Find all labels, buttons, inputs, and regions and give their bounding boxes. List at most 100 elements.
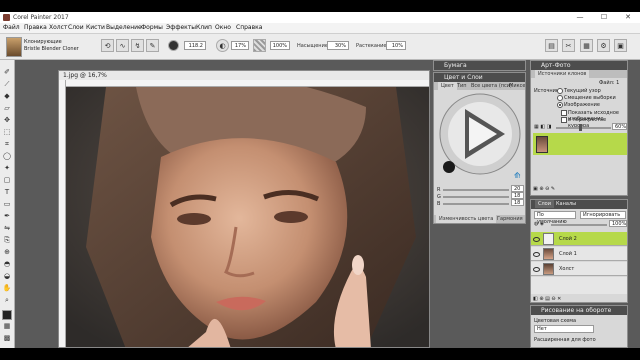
show-source-checkbox[interactable] [561, 110, 567, 116]
tab-mixer[interactable]: Миксер [506, 82, 525, 90]
magnifier-tool-icon[interactable]: ⌕ [2, 296, 12, 305]
workspace-icon[interactable]: ▣ [614, 39, 627, 52]
palette-icon[interactable]: ▦ [580, 39, 593, 52]
dropper-tool-icon[interactable]: ⟋ [2, 80, 12, 89]
clone-opacity-thumb[interactable] [579, 124, 582, 131]
magic-wand-icon[interactable]: ✦ [2, 164, 12, 173]
opacity-field[interactable]: 17% [231, 41, 249, 50]
grabber-tool-icon[interactable]: ✋ [2, 284, 12, 293]
brush-dab-icon[interactable] [168, 40, 179, 51]
menu-window[interactable]: Окно [215, 24, 231, 31]
clone-source-item[interactable] [533, 133, 627, 155]
r-slider[interactable] [443, 189, 509, 191]
tab-clone-sources[interactable]: Источники клонов [535, 70, 590, 78]
layer-row-layer2[interactable]: Слой 2 [531, 232, 627, 246]
blend-field[interactable]: 10% [386, 41, 406, 50]
tab-color-variability[interactable]: Изменчивость цвета [436, 215, 497, 223]
opacity-icons[interactable]: ▦ ◧ ◨ [534, 124, 551, 130]
reset-tool-icon[interactable]: ⟲ [101, 39, 114, 52]
layer-row-layer1[interactable]: Слой 1 [531, 247, 627, 261]
brush-options-icon[interactable]: ✂ [562, 39, 575, 52]
tab-layers[interactable]: Слои [535, 200, 554, 208]
brush-selector[interactable]: Клонирующие Bristle Blender Cloner [24, 39, 79, 53]
settings-icon[interactable]: ⚙ [597, 39, 610, 52]
color-picker-icon[interactable]: ⟰ [514, 171, 521, 180]
layer-row-canvas[interactable]: Холст [531, 262, 627, 276]
pen-tool-icon[interactable]: ✒ [2, 212, 12, 221]
menu-select[interactable]: Выделение [106, 24, 142, 31]
layers-footer-icons[interactable]: ◧ ⊕ ▤ ⊖ ✕ [533, 296, 561, 302]
tab-channels[interactable]: Каналы [553, 200, 579, 208]
grain-icon[interactable] [253, 39, 266, 52]
paper-panel-header[interactable]: Бумага [434, 61, 525, 70]
maximize-button[interactable]: ☐ [592, 12, 616, 23]
g-value[interactable]: 18 [511, 192, 524, 199]
opacity-icon[interactable]: ◐ [216, 39, 229, 52]
b-slider[interactable] [443, 203, 509, 205]
brush-tool-icon[interactable]: ✐ [2, 68, 12, 77]
clone-panel-footer-icons[interactable]: ▣ ⊕ ⊖ ✎ [533, 186, 555, 192]
transform-tool-icon[interactable]: ⬚ [2, 128, 12, 137]
sample-offset-radio[interactable] [557, 95, 563, 101]
dodge-tool-icon[interactable]: ◓ [2, 260, 12, 269]
paint-back-header[interactable]: Рисование на обороте [531, 306, 627, 315]
brush-size-field[interactable]: 118.2 [184, 41, 206, 50]
menu-effects[interactable]: Эффекты [166, 24, 196, 31]
g-slider[interactable] [443, 196, 509, 198]
lock-icon[interactable]: ▤ [545, 39, 558, 52]
text-tool-icon[interactable]: T [2, 188, 12, 197]
selection-tool-icon[interactable]: ▢ [2, 176, 12, 185]
visibility-eye-icon[interactable] [533, 237, 540, 242]
menu-file[interactable]: Файл [3, 24, 20, 31]
minimize-button[interactable]: — [568, 12, 592, 23]
main-color-swatch[interactable] [2, 310, 12, 320]
layer-opacity-slider[interactable] [551, 224, 607, 226]
menu-edit[interactable]: Правка [24, 24, 47, 31]
menu-canvas[interactable]: Холст [49, 24, 67, 31]
pattern-selector-icon[interactable]: ▩ [2, 334, 12, 343]
color-panel-header[interactable]: Цвет и Слои [434, 73, 525, 82]
shape-tool-icon[interactable]: ▭ [2, 200, 12, 209]
burn-tool-icon[interactable]: ◒ [2, 272, 12, 281]
close-button[interactable]: ✕ [616, 12, 640, 23]
eraser-tool-icon[interactable]: ▱ [2, 104, 12, 113]
art-panel-header[interactable]: Арт-Фото [531, 61, 627, 70]
menu-brushes[interactable]: Кисти [86, 24, 105, 31]
brush-category-thumbnail[interactable] [6, 37, 22, 57]
visibility-eye-icon[interactable] [533, 267, 540, 272]
composite-method-select[interactable]: По умолчанию [534, 211, 576, 225]
ignore-select[interactable]: Игнорировать [580, 211, 626, 219]
brush-category-label: Клонирующие [24, 39, 62, 45]
stroke-icon[interactable]: ∿ [116, 39, 129, 52]
menu-layers[interactable]: Слои [68, 24, 84, 31]
image-radio[interactable] [557, 102, 563, 108]
paper-selector-icon[interactable]: ▦ [2, 322, 12, 331]
crosshair-checkbox[interactable] [561, 117, 567, 123]
menu-help[interactable]: Справка [236, 24, 262, 31]
clone-tool-icon[interactable]: ⎘ [2, 236, 12, 245]
clone-opacity-value[interactable]: 60% [612, 123, 627, 130]
r-value[interactable]: 20 [511, 185, 524, 192]
lasso-tool-icon[interactable]: ◯ [2, 152, 12, 161]
clone-opacity-slider[interactable] [556, 127, 611, 129]
layer-opacity-value[interactable]: 100% [609, 220, 627, 227]
color-scheme-select[interactable]: Нет [534, 325, 594, 333]
crop-tool-icon[interactable]: ⌗ [2, 140, 12, 149]
saturation-field[interactable]: 30% [327, 41, 349, 50]
paint-bucket-icon[interactable]: ◆ [2, 92, 12, 101]
tab-harmony[interactable]: Гармония [494, 215, 525, 223]
grain-field[interactable]: 100% [270, 41, 290, 50]
layer-adjust-icon[interactable]: ✥ [2, 116, 12, 125]
clone-icon[interactable]: ✎ [146, 39, 159, 52]
menu-clip[interactable]: Клип [196, 24, 212, 31]
color-wheel[interactable] [437, 91, 523, 177]
visibility-eye-icon[interactable] [533, 252, 540, 257]
painting-canvas[interactable] [66, 87, 429, 347]
stroke-alt-icon[interactable]: ↯ [131, 39, 144, 52]
current-pattern-radio[interactable] [557, 88, 563, 94]
layer-lock-icons[interactable]: ◍ ◈ [534, 221, 544, 227]
mirror-tool-icon[interactable]: ⇋ [2, 224, 12, 233]
menu-shapes[interactable]: Формы [141, 24, 163, 31]
rubber-stamp-icon[interactable]: ⊕ [2, 248, 12, 257]
b-value[interactable]: 18 [511, 199, 524, 206]
